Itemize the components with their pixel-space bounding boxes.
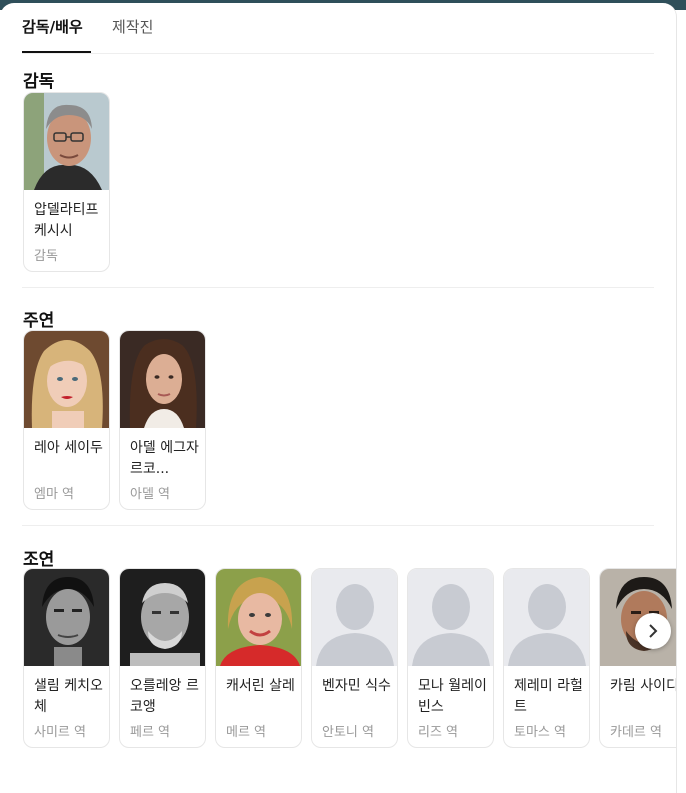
person-card[interactable]: 벤자민 식수 안토니 역 <box>311 568 398 748</box>
person-photo <box>24 331 109 428</box>
section-title-director: 감독 <box>23 72 55 92</box>
person-photo <box>216 569 301 666</box>
person-card[interactable]: 압델라티프 케시시 감독 <box>23 92 110 272</box>
section-divider <box>22 287 654 288</box>
person-role: 메르 역 <box>226 725 267 740</box>
person-role: 페르 역 <box>130 725 171 740</box>
person-photo-placeholder <box>408 569 493 666</box>
person-card[interactable]: 캐서린 살레 메르 역 <box>215 568 302 748</box>
person-photo-placeholder <box>312 569 397 666</box>
person-photo-placeholder <box>504 569 589 666</box>
cast-panel: 감독/배우 제작진 감독 압델라티프 케시시 감독 주연 레아 세이두 엠마 역… <box>0 3 677 793</box>
person-card[interactable]: 제레미 라헐트 토마스 역 <box>503 568 590 748</box>
section-title-supporting: 조연 <box>23 550 55 570</box>
person-role: 안토니 역 <box>322 725 374 740</box>
section-divider <box>22 525 654 526</box>
person-card[interactable]: 오를레앙 르코앵 페르 역 <box>119 568 206 748</box>
person-photo <box>120 569 205 666</box>
section-title-lead: 주연 <box>23 311 55 331</box>
person-role: 엠마 역 <box>34 487 75 502</box>
person-photo <box>24 93 109 190</box>
person-role: 아델 역 <box>130 487 171 502</box>
person-role: 카데르 역 <box>610 725 662 740</box>
next-arrow-button[interactable] <box>635 613 671 649</box>
person-role: 사미르 역 <box>34 725 86 740</box>
person-name: 카림 사이디 <box>610 678 677 694</box>
tab-director-actors[interactable]: 감독/배우 <box>22 17 91 53</box>
person-name: 모나 월레이빈스 <box>418 678 487 715</box>
cast-tabs: 감독/배우 제작진 <box>22 17 654 54</box>
person-name: 아델 에그자르코... <box>130 440 199 477</box>
person-role: 감독 <box>34 249 58 264</box>
person-role: 리즈 역 <box>418 725 459 740</box>
person-name: 벤자민 식수 <box>322 678 391 694</box>
person-card[interactable]: 카림 사이디 카데르 역 <box>599 568 677 748</box>
person-name: 샐림 케치오체 <box>34 678 103 715</box>
person-photo <box>120 331 205 428</box>
person-role: 토마스 역 <box>514 725 566 740</box>
person-card[interactable]: 샐림 케치오체 사미르 역 <box>23 568 110 748</box>
chevron-right-icon <box>649 624 658 638</box>
person-name: 오를레앙 르코앵 <box>130 678 199 715</box>
person-name: 제레미 라헐트 <box>514 678 583 715</box>
person-name: 레아 세이두 <box>34 440 103 456</box>
person-card[interactable]: 아델 에그자르코... 아델 역 <box>119 330 206 510</box>
person-name: 캐서린 살레 <box>226 678 295 694</box>
person-name: 압델라티프 케시시 <box>34 202 99 239</box>
person-photo <box>24 569 109 666</box>
person-card[interactable]: 모나 월레이빈스 리즈 역 <box>407 568 494 748</box>
person-card[interactable]: 레아 세이두 엠마 역 <box>23 330 110 510</box>
tab-production-staff[interactable]: 제작진 <box>112 17 153 51</box>
